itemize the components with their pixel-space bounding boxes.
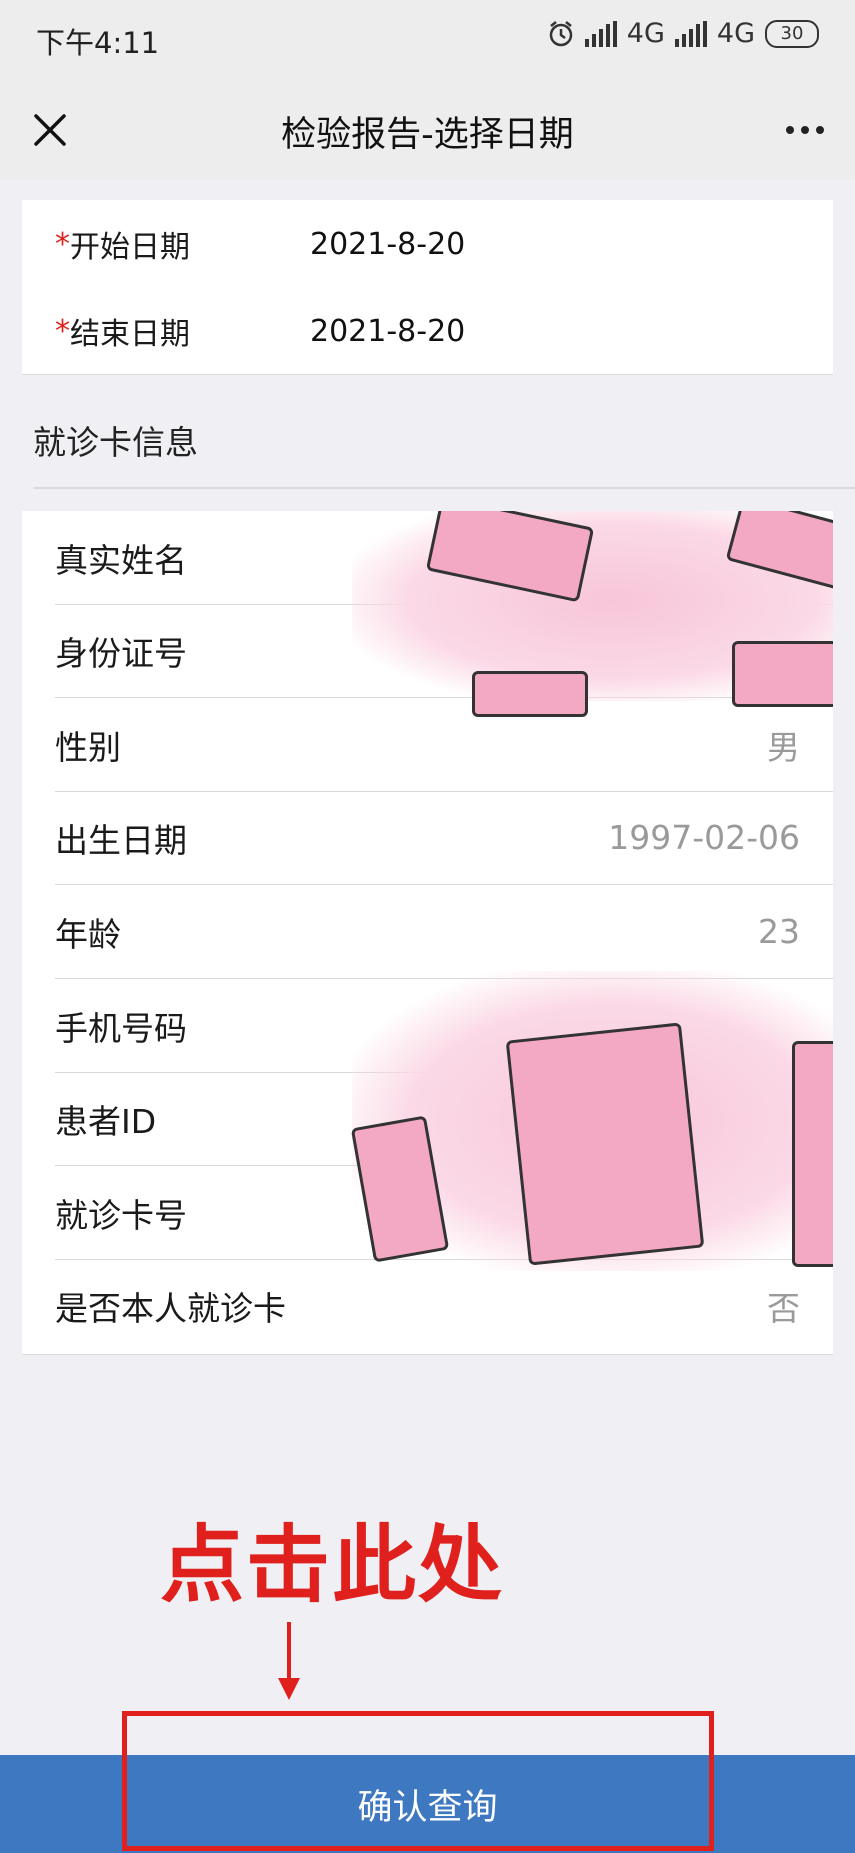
row-age: 年龄 23: [55, 885, 833, 979]
milk-carton-icon: [350, 1115, 450, 1263]
signal-icon: [584, 20, 617, 47]
end-date-value[interactable]: 2021-8-20: [310, 314, 465, 349]
milk-carton-icon: [472, 671, 588, 717]
start-date-value[interactable]: 2021-8-20: [310, 227, 465, 262]
privacy-sticker: [350, 971, 833, 1271]
confirm-query-button[interactable]: 确认查询: [0, 1755, 855, 1853]
required-mark: *: [55, 313, 70, 349]
arrow-down-icon: [287, 1622, 291, 1682]
milk-carton-icon: [725, 511, 833, 593]
alarm-icon: [549, 20, 573, 46]
arrow-head-icon: [278, 1678, 300, 1700]
page-title: 检验报告-选择日期: [281, 115, 574, 155]
annotation-hint: 点击此处: [160, 1516, 505, 1614]
milk-carton-icon: [792, 1041, 833, 1267]
birth-date-value: 1997-02-06: [608, 818, 800, 857]
section-title: 就诊卡信息: [33, 423, 198, 462]
row-birth-date: 出生日期 1997-02-06: [55, 791, 833, 885]
required-mark: *: [55, 226, 70, 262]
milk-carton-icon: [425, 511, 595, 603]
start-date-row[interactable]: * 开始日期 2021-8-20: [55, 216, 465, 272]
gender-value: 男: [767, 727, 800, 767]
row-own-card: 是否本人就诊卡 否: [55, 1259, 833, 1352]
milk-carton-icon: [505, 1022, 705, 1266]
status-bar: 下午4:11 4G 4G 30: [0, 0, 855, 80]
card-info-list: 真实姓名 身份证号 性别 男 出生日期 1997-02-06 年龄 23 手机号…: [22, 511, 833, 1355]
date-card: * 开始日期 2021-8-20 * 结束日期 2021-8-20: [22, 200, 833, 375]
age-label: 年龄: [55, 914, 121, 954]
row-gender: 性别 男: [55, 698, 833, 792]
network-label-2: 4G: [716, 18, 755, 49]
age-value: 23: [758, 912, 800, 951]
patient-id-label: 患者ID: [55, 1101, 157, 1141]
battery-icon: 30: [765, 19, 819, 48]
gender-label: 性别: [55, 727, 121, 767]
nav-bar: 检验报告-选择日期: [0, 80, 855, 180]
phone-label: 手机号码: [55, 1008, 187, 1048]
more-dot-icon: [801, 126, 809, 134]
status-time: 下午4:11: [36, 26, 160, 60]
section-divider: [33, 487, 855, 489]
start-date-label: 开始日期: [70, 230, 190, 265]
more-dot-icon: [816, 126, 824, 134]
end-date-row[interactable]: * 结束日期 2021-8-20: [55, 303, 465, 359]
birth-date-label: 出生日期: [55, 820, 187, 860]
privacy-sticker: [352, 511, 833, 717]
real-name-label: 真实姓名: [55, 540, 187, 580]
own-card-value: 否: [767, 1288, 800, 1328]
more-dot-icon: [786, 126, 794, 134]
id-number-label: 身份证号: [55, 633, 187, 673]
more-button[interactable]: [777, 102, 833, 158]
network-label-1: 4G: [626, 18, 665, 49]
status-icons: 4G 4G 30: [547, 18, 819, 49]
card-number-label: 就诊卡号: [55, 1195, 187, 1235]
end-date-label: 结束日期: [70, 317, 190, 352]
signal-hd-icon: [674, 20, 707, 47]
own-card-label: 是否本人就诊卡: [55, 1288, 286, 1328]
milk-carton-icon: [732, 641, 833, 707]
